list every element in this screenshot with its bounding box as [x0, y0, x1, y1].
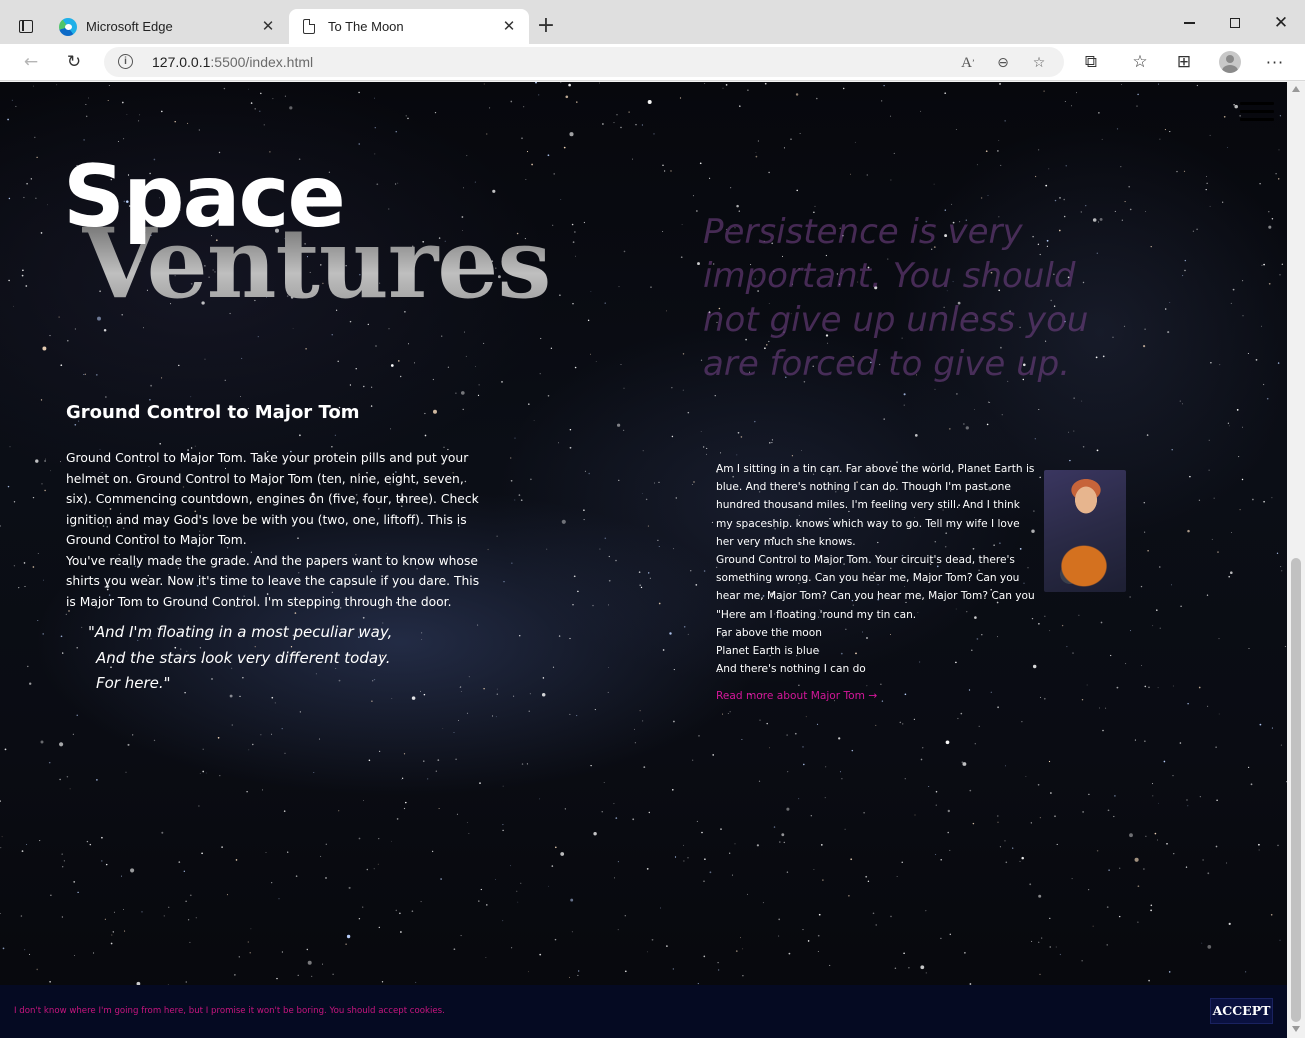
lyric-line: For here." [96, 674, 171, 692]
article-line: And there's nothing I can do [716, 663, 866, 676]
url-host: 127.0.0.1 [152, 54, 211, 70]
article-line: Far above the moon [716, 626, 822, 639]
document-icon [303, 18, 316, 34]
more-menu-icon[interactable]: ··· [1260, 48, 1290, 76]
address-bar[interactable]: i 127.0.0.1:5500/index.html Aʼ ⊖ ☆ [104, 47, 1064, 77]
tab-title: To The Moon [328, 19, 404, 34]
astronaut-portrait-image [1044, 470, 1126, 592]
browser-toolbar: ← ↻ i 127.0.0.1:5500/index.html Aʼ ⊖ ☆ ⧉… [0, 44, 1305, 81]
maximize-icon [1230, 18, 1240, 28]
minimize-button[interactable] [1166, 8, 1212, 38]
maximize-button[interactable] [1212, 8, 1258, 38]
paragraph: Ground Control to Major Tom. Take your p… [66, 451, 479, 547]
major-tom-article: Am I sitting in a tin can. Far above the… [716, 460, 1126, 706]
back-button[interactable]: ← [16, 48, 46, 76]
url-text[interactable]: 127.0.0.1:5500/index.html [152, 54, 313, 70]
extensions-icon[interactable]: ⧉ [1076, 48, 1106, 76]
reload-button[interactable]: ↻ [59, 48, 89, 76]
read-more-link[interactable]: Read more about Major Tom → [716, 687, 877, 705]
scroll-up-arrow-icon[interactable] [1292, 86, 1300, 92]
tab-to-the-moon[interactable]: To The Moon ✕ [289, 9, 529, 44]
brand-title-space: Space [63, 147, 346, 247]
tab-actions-button[interactable] [10, 12, 42, 40]
tab-actions-icon [19, 19, 33, 33]
close-window-button[interactable]: ✕ [1258, 8, 1304, 38]
tab-microsoft-edge[interactable]: Microsoft Edge ✕ [48, 9, 288, 44]
close-tab-icon[interactable]: ✕ [258, 17, 278, 37]
section-title: Ground Control to Major Tom [66, 402, 360, 423]
avatar [1219, 51, 1241, 73]
collections-icon[interactable]: ⊞ [1169, 48, 1199, 76]
lyric-line: "And I'm floating in a most peculiar way… [88, 623, 393, 641]
close-tab-icon[interactable]: ✕ [499, 17, 519, 37]
page-scrollbar[interactable] [1287, 82, 1305, 1038]
favorites-icon[interactable]: ☆ [1125, 48, 1155, 76]
cookie-banner: I don't know where I'm going from here, … [0, 985, 1287, 1038]
scroll-down-arrow-icon[interactable] [1292, 1026, 1300, 1032]
hamburger-menu-icon[interactable] [1240, 102, 1274, 122]
accept-cookies-button[interactable]: ACCEPT [1210, 998, 1273, 1024]
new-tab-button[interactable]: + [533, 14, 559, 40]
article-line: Planet Earth is blue [716, 645, 820, 658]
minimize-icon [1183, 22, 1195, 24]
paragraph: You've really made the grade. And the pa… [66, 553, 480, 609]
lyric-quote: "And I'm floating in a most peculiar way… [88, 620, 456, 697]
persistence-quote: Persistence is very important. You shoul… [703, 212, 1089, 384]
add-favorite-icon[interactable]: ☆ [1028, 52, 1050, 74]
lyric-line: And the stars look very different today. [96, 648, 391, 667]
page-viewport: Space Ventures Persistence is very impor… [0, 82, 1287, 1038]
browser-window: Microsoft Edge ✕ To The Moon ✕ + ✕ ← ↻ i… [0, 0, 1305, 1038]
intro-text: Ground Control to Major Tom. Take your p… [66, 448, 486, 612]
url-path: :5500/index.html [210, 54, 314, 70]
tab-strip: Microsoft Edge ✕ To The Moon ✕ + ✕ [0, 0, 1305, 44]
edge-logo-icon [59, 17, 77, 36]
tab-title: Microsoft Edge [86, 19, 173, 34]
profile-button[interactable] [1215, 48, 1245, 76]
read-aloud-icon[interactable]: Aʼ [957, 52, 979, 74]
cookie-message: I don't know where I'm going from here, … [14, 1006, 445, 1016]
scrollbar-thumb[interactable] [1291, 558, 1301, 1022]
zoom-out-icon[interactable]: ⊖ [992, 52, 1014, 74]
site-info-icon[interactable]: i [118, 54, 133, 69]
